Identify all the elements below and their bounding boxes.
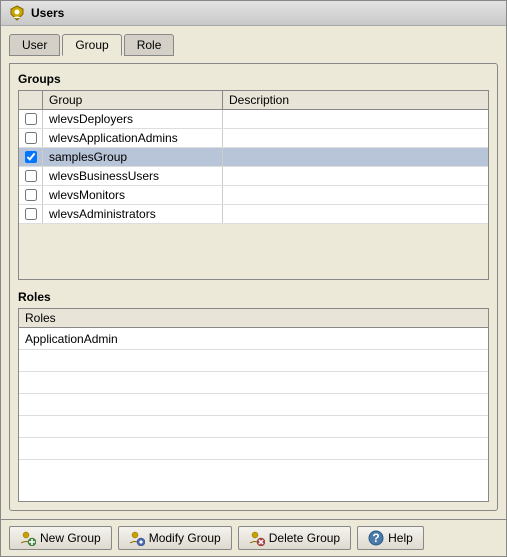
roles-table-header: Roles	[19, 309, 488, 328]
table-row[interactable]: wlevsAdministrators	[19, 205, 488, 224]
modify-group-label: Modify Group	[149, 531, 221, 545]
header-check-col	[19, 91, 43, 109]
row-checkbox-cell	[19, 129, 43, 147]
tab-bar: User Group Role	[9, 34, 498, 56]
help-icon: ?	[368, 530, 384, 546]
roles-row	[19, 350, 488, 372]
table-row[interactable]: wlevsBusinessUsers	[19, 167, 488, 186]
groups-label: Groups	[18, 72, 489, 86]
group-checkbox[interactable]	[25, 170, 37, 182]
tab-content-group: Groups Group Description wlevsDeployersw…	[9, 63, 498, 511]
roles-row	[19, 438, 488, 460]
help-label: Help	[388, 531, 413, 545]
group-name-cell: wlevsMonitors	[43, 186, 223, 204]
row-checkbox-cell	[19, 167, 43, 185]
table-row[interactable]: samplesGroup	[19, 148, 488, 167]
new-group-button[interactable]: New Group	[9, 526, 112, 550]
group-desc-cell	[223, 186, 488, 204]
help-button[interactable]: ? Help	[357, 526, 424, 550]
roles-section: Roles Roles ApplicationAdmin	[18, 290, 489, 502]
title-bar: Users	[1, 1, 506, 26]
header-group-col: Group	[43, 91, 223, 109]
main-content: User Group Role Groups Group Description	[1, 26, 506, 519]
table-row[interactable]: wlevsMonitors	[19, 186, 488, 205]
group-name-cell: wlevsBusinessUsers	[43, 167, 223, 185]
group-desc-cell	[223, 110, 488, 128]
group-checkbox[interactable]	[25, 208, 37, 220]
new-group-icon	[20, 530, 36, 546]
roles-row	[19, 372, 488, 394]
group-name-cell: wlevsDeployers	[43, 110, 223, 128]
table-row[interactable]: wlevsDeployers	[19, 110, 488, 129]
window-title: Users	[31, 6, 64, 20]
modify-group-icon	[129, 530, 145, 546]
users-window: Users User Group Role Groups	[0, 0, 507, 557]
groups-table-body[interactable]: wlevsDeployerswlevsApplicationAdminssamp…	[19, 110, 488, 279]
tab-role[interactable]: Role	[124, 34, 175, 56]
group-desc-cell	[223, 167, 488, 185]
tab-group[interactable]: Group	[62, 34, 121, 56]
group-desc-cell	[223, 148, 488, 166]
group-checkbox[interactable]	[25, 151, 37, 163]
row-checkbox-cell	[19, 110, 43, 128]
svg-text:?: ?	[372, 531, 379, 545]
group-checkbox[interactable]	[25, 113, 37, 125]
row-checkbox-cell	[19, 148, 43, 166]
modify-group-button[interactable]: Modify Group	[118, 526, 232, 550]
group-name-cell: wlevsAdministrators	[43, 205, 223, 223]
header-desc-col: Description	[223, 91, 488, 109]
footer: New Group Modify Group	[1, 519, 506, 556]
group-desc-cell	[223, 205, 488, 223]
delete-group-label: Delete Group	[269, 531, 340, 545]
delete-group-button[interactable]: Delete Group	[238, 526, 351, 550]
roles-table: Roles ApplicationAdmin	[18, 308, 489, 502]
groups-section: Groups Group Description wlevsDeployersw…	[18, 72, 489, 280]
group-checkbox[interactable]	[25, 132, 37, 144]
roles-table-body: ApplicationAdmin	[19, 328, 488, 501]
row-checkbox-cell	[19, 186, 43, 204]
table-row[interactable]: wlevsApplicationAdmins	[19, 129, 488, 148]
roles-label: Roles	[18, 290, 489, 304]
roles-row: ApplicationAdmin	[19, 328, 488, 350]
delete-group-icon	[249, 530, 265, 546]
row-checkbox-cell	[19, 205, 43, 223]
new-group-label: New Group	[40, 531, 101, 545]
group-checkbox[interactable]	[25, 189, 37, 201]
tab-user[interactable]: User	[9, 34, 60, 56]
users-icon	[9, 5, 25, 21]
group-name-cell: wlevsApplicationAdmins	[43, 129, 223, 147]
roles-row	[19, 416, 488, 438]
group-name-cell: samplesGroup	[43, 148, 223, 166]
groups-table-header: Group Description	[19, 91, 488, 110]
group-desc-cell	[223, 129, 488, 147]
groups-table: Group Description wlevsDeployerswlevsApp…	[18, 90, 489, 280]
roles-row	[19, 394, 488, 416]
